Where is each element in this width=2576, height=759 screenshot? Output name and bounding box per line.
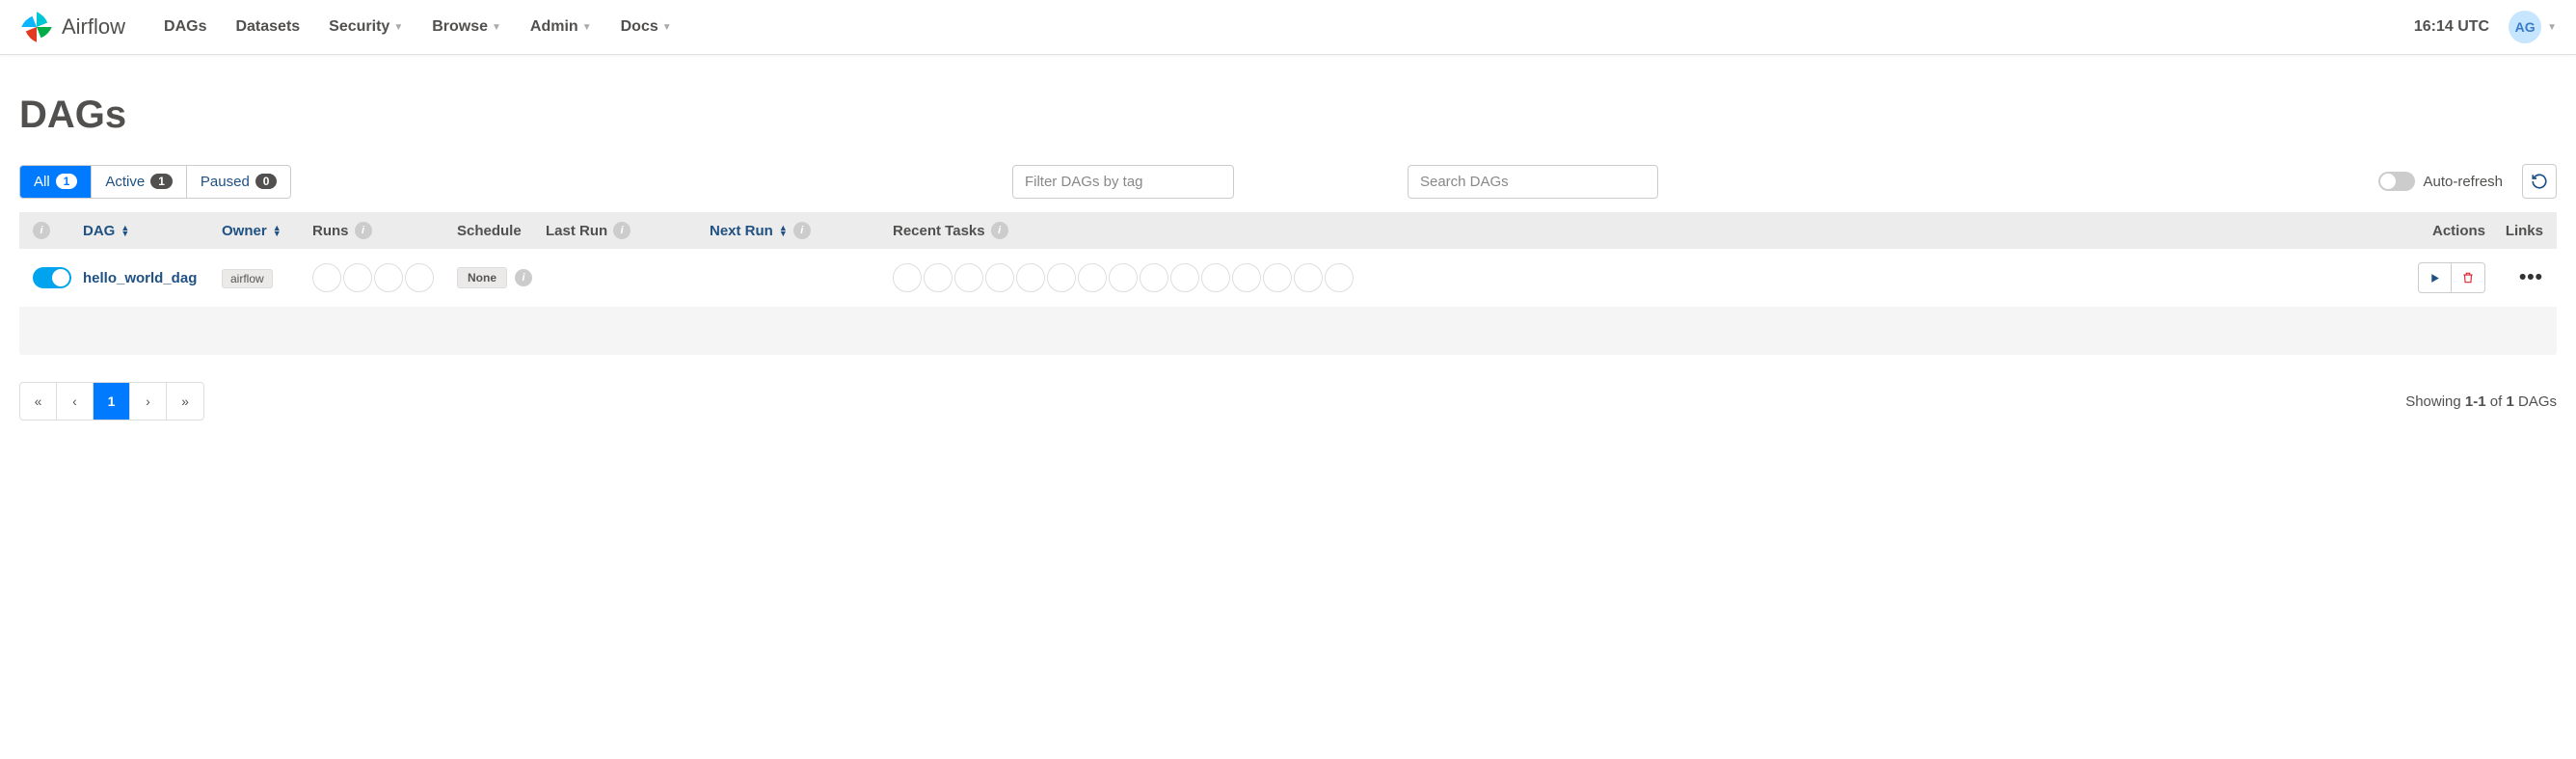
page-last-button[interactable]: » [167,383,203,420]
run-status-circle[interactable] [343,263,372,292]
task-status-circle[interactable] [1140,263,1168,292]
sort-icon: ▲▼ [273,225,282,236]
filter-tabs: All 1 Active 1 Paused 0 [19,165,291,199]
nav-admin[interactable]: Admin▼ [530,18,592,36]
task-status-circle[interactable] [893,263,922,292]
auto-refresh-label: Auto-refresh [2423,174,2503,190]
nav-browse[interactable]: Browse▼ [432,18,501,36]
task-status-circle[interactable] [1078,263,1107,292]
col-actions: Actions [2389,223,2485,239]
more-links-button[interactable]: ••• [2519,266,2543,289]
page-next-button[interactable]: › [130,383,167,420]
play-icon [2428,272,2441,285]
task-status-circle[interactable] [1016,263,1045,292]
run-status-circle[interactable] [405,263,434,292]
caret-down-icon: ▼ [662,22,672,33]
tag-filter-input[interactable] [1012,165,1234,199]
col-runs: Runs i [312,222,457,239]
col-dag[interactable]: DAG ▲▼ [83,223,222,239]
refresh-button[interactable] [2522,164,2557,199]
filter-all-count: 1 [56,174,78,189]
pagination: « ‹ 1 › » [19,382,204,420]
toolbar: All 1 Active 1 Paused 0 Auto-refresh [19,164,2557,199]
col-last-run: Last Run i [546,222,710,239]
caret-down-icon[interactable]: ▼ [2547,22,2557,33]
col-next-run[interactable]: Next Run ▲▼ i [710,222,893,239]
col-links: Links [2485,223,2543,239]
page-first-button[interactable]: « [20,383,57,420]
nav-datasets[interactable]: Datasets [235,18,300,36]
dag-pause-toggle[interactable] [33,267,71,288]
run-status-circle[interactable] [374,263,403,292]
nav-dags[interactable]: DAGs [164,18,206,36]
table-header-row: i DAG ▲▼ Owner ▲▼ Runs i Schedule Last R… [19,212,2557,249]
delete-dag-button[interactable] [2452,263,2484,292]
top-navbar: Airflow DAGs Datasets Security▼ Browse▼ … [0,0,2576,55]
dags-table: i DAG ▲▼ Owner ▲▼ Runs i Schedule Last R… [19,212,2557,355]
nav-right: 16:14 UTC AG ▼ [2414,11,2557,43]
caret-down-icon: ▼ [582,22,592,33]
page-title: DAGs [19,94,2557,137]
task-status-circle[interactable] [1201,263,1230,292]
trigger-dag-button[interactable] [2419,263,2452,292]
task-status-circle[interactable] [1232,263,1261,292]
row-actions [2418,262,2485,293]
user-avatar[interactable]: AG [2509,11,2541,43]
filter-active-count: 1 [150,174,173,189]
task-status-circle[interactable] [1263,263,1292,292]
dag-id-link[interactable]: hello_world_dag [83,270,197,286]
page-prev-button[interactable]: ‹ [57,383,94,420]
auto-refresh-toggle[interactable] [2378,172,2415,191]
page-number-button[interactable]: 1 [94,383,130,420]
task-status-circle[interactable] [924,263,953,292]
brand-name: Airflow [62,14,125,40]
caret-down-icon: ▼ [492,22,501,33]
brand-logo[interactable]: Airflow [19,10,125,44]
info-icon[interactable]: i [991,222,1008,239]
showing-summary: Showing 1-1 of 1 DAGs [2405,393,2557,410]
col-schedule: Schedule [457,223,546,239]
table-footer: « ‹ 1 › » Showing 1-1 of 1 DAGs [0,365,2576,438]
info-icon[interactable]: i [355,222,372,239]
info-icon[interactable]: i [793,222,811,239]
schedule-badge[interactable]: None [457,267,507,288]
col-recent-tasks: Recent Tasks i [893,222,2389,239]
col-owner[interactable]: Owner ▲▼ [222,223,312,239]
task-status-circle[interactable] [1109,263,1138,292]
trash-icon [2461,271,2475,285]
nav-docs[interactable]: Docs▼ [621,18,672,36]
filter-all[interactable]: All 1 [20,166,92,198]
task-status-circle[interactable] [1170,263,1199,292]
filter-active[interactable]: Active 1 [92,166,187,198]
owner-badge[interactable]: airflow [222,269,273,288]
auto-refresh-group: Auto-refresh [2378,172,2503,191]
task-status-circle[interactable] [954,263,983,292]
task-status-circle[interactable] [985,263,1014,292]
task-status-circle[interactable] [1047,263,1076,292]
nav-items: DAGs Datasets Security▼ Browse▼ Admin▼ D… [164,18,2414,36]
runs-indicators [312,263,457,292]
filter-paused-count: 0 [255,174,278,189]
sort-icon: ▲▼ [779,225,788,236]
airflow-pinwheel-icon [19,10,54,44]
refresh-icon [2531,173,2548,190]
filter-paused[interactable]: Paused 0 [187,166,291,198]
task-status-circle[interactable] [1294,263,1323,292]
caret-down-icon: ▼ [393,22,403,33]
clock: 16:14 UTC [2414,18,2489,36]
run-status-circle[interactable] [312,263,341,292]
recent-tasks-indicators [893,263,2389,292]
info-icon[interactable]: i [613,222,631,239]
sort-icon: ▲▼ [121,225,129,236]
table-row: hello_world_dag airflow None i [19,249,2557,307]
info-icon[interactable]: i [33,222,50,239]
info-icon[interactable]: i [515,269,532,286]
task-status-circle[interactable] [1325,263,1354,292]
nav-security[interactable]: Security▼ [329,18,403,36]
search-dags-input[interactable] [1408,165,1658,199]
